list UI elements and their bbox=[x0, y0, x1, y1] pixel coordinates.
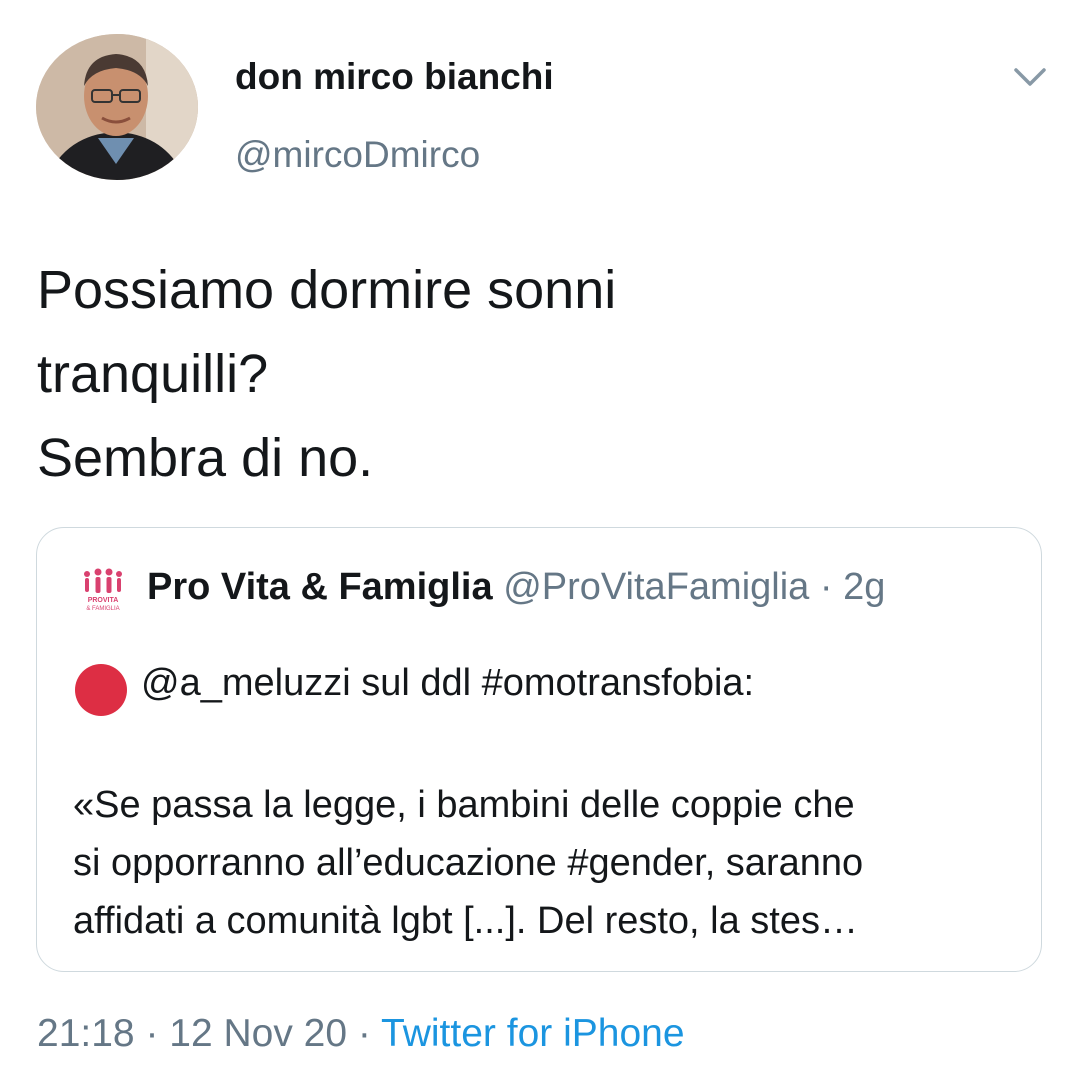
chevron-down-icon[interactable] bbox=[1012, 62, 1048, 92]
quoted-tweet-card[interactable]: PROVITA & FAMIGLIA Pro Vita & Famiglia @… bbox=[36, 527, 1042, 972]
author-handle[interactable]: @mircoDmirco bbox=[235, 134, 480, 176]
avatar[interactable] bbox=[36, 34, 198, 180]
tweet-date[interactable]: 12 Nov 20 bbox=[169, 1012, 347, 1055]
tweet-line: Sembra di no. bbox=[37, 428, 374, 488]
provita-logo-text: PROVITA bbox=[88, 597, 119, 604]
provita-logo-icon: PROVITA & FAMIGLIA bbox=[79, 568, 127, 612]
quoted-body: «Se passa la legge, i bambini delle copp… bbox=[73, 776, 1023, 950]
footer-separator: · bbox=[134, 1012, 170, 1055]
quoted-line1: @a_meluzzi sul ddl #omotransfobia: bbox=[141, 662, 755, 704]
tweet-text: Possiamo dormire sonni tranquilli? Sembr… bbox=[37, 248, 1037, 500]
quoted-body-line: «Se passa la legge, i bambini delle copp… bbox=[73, 784, 855, 826]
svg-text:& FAMIGLIA: & FAMIGLIA bbox=[86, 606, 119, 612]
quoted-separator: · bbox=[819, 566, 833, 608]
footer-separator: · bbox=[347, 1012, 382, 1055]
quoted-body-line: si opporranno all’educazione #gender, sa… bbox=[73, 842, 864, 884]
tweet-line: tranquilli? bbox=[37, 344, 269, 404]
quoted-display-name[interactable]: Pro Vita & Famiglia bbox=[147, 566, 493, 608]
profile-photo-icon bbox=[36, 34, 198, 180]
tweet-time[interactable]: 21:18 bbox=[37, 1012, 135, 1055]
tweet-source-link[interactable]: Twitter for iPhone bbox=[381, 1012, 684, 1055]
quoted-tweet-header: Pro Vita & Famiglia @ProVitaFamiglia · 2… bbox=[147, 566, 885, 609]
author-display-name[interactable]: don mirco bianchi bbox=[235, 56, 554, 98]
tweet-line: Possiamo dormire sonni bbox=[37, 260, 617, 320]
tweet-footer: 21:18 · 12 Nov 20 · Twitter for iPhone bbox=[37, 1012, 685, 1056]
quoted-handle[interactable]: @ProVitaFamiglia bbox=[503, 566, 809, 608]
red-circle-icon bbox=[75, 664, 127, 716]
quoted-body-line: affidati a comunità lgbt [...]. Del rest… bbox=[73, 900, 858, 942]
quoted-time[interactable]: 2g bbox=[843, 566, 885, 608]
